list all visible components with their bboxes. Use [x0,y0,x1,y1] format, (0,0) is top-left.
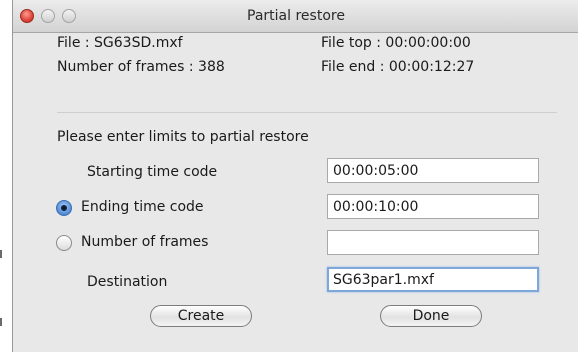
background-window-edge [0,250,2,258]
separator [57,112,557,113]
ending-time-code-field[interactable] [327,194,539,219]
partial-restore-dialog: Partial restore File : SG63SD.mxf Number… [12,0,578,352]
ending-time-code-radio[interactable] [56,200,72,216]
file-name-label: File : SG63SD.mxf [57,35,183,51]
starting-time-code-label: Starting time code [87,164,218,180]
dialog-content: File : SG63SD.mxf Number of frames : 388… [13,33,578,352]
done-button[interactable]: Done [380,305,482,327]
create-button[interactable]: Create [150,305,252,327]
number-of-frames-label: Number of frames [81,234,209,250]
background-window-edge [0,318,2,326]
destination-label: Destination [87,274,168,290]
starting-time-code-field[interactable] [327,158,539,183]
ending-time-code-label: Ending time code [81,199,204,215]
number-of-frames-field[interactable] [327,230,539,255]
destination-field[interactable] [327,267,539,292]
radio-selected-dot-icon [61,205,67,211]
frame-count-label: Number of frames : 388 [57,59,225,75]
title-bar[interactable]: Partial restore [13,0,578,33]
window-title: Partial restore [247,8,345,24]
file-top-label: File top : 00:00:00:00 [321,35,471,51]
file-end-label: File end : 00:00:12:27 [321,59,475,75]
partial-restore-prompt: Please enter limits to partial restore [57,129,309,145]
number-of-frames-radio[interactable] [56,235,72,251]
